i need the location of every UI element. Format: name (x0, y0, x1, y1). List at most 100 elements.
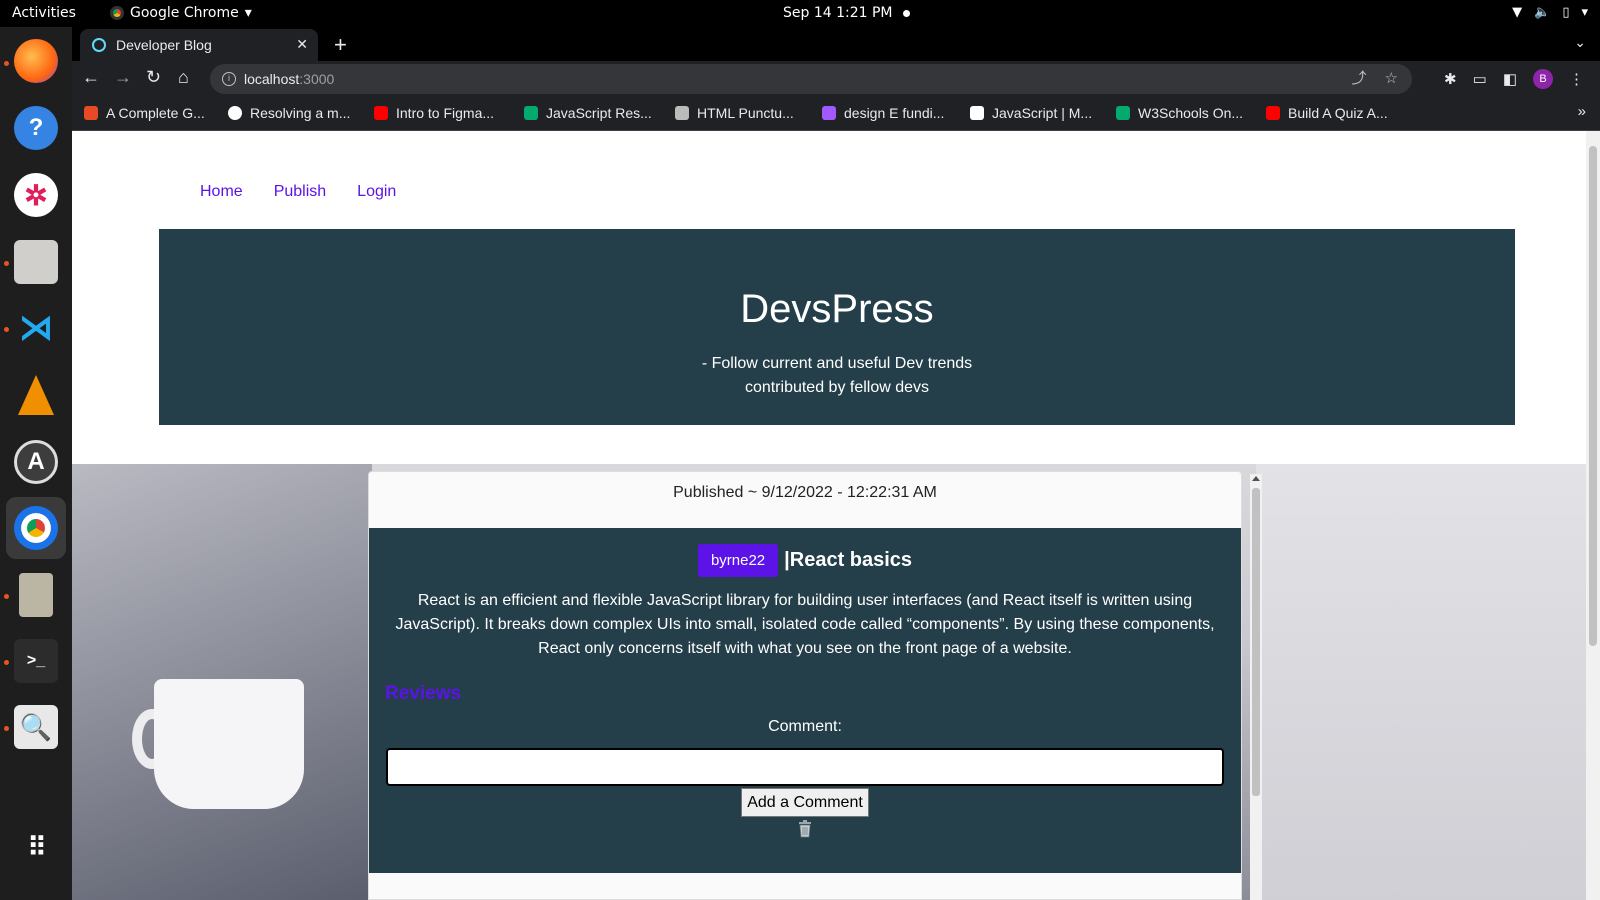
chevron-down-icon: ▾ (1581, 5, 1588, 20)
react-favicon-icon (92, 38, 106, 52)
w3schools-icon (524, 106, 538, 120)
wifi-icon: ▼ (1512, 5, 1523, 20)
running-indicator (4, 660, 9, 665)
running-indicator (4, 261, 9, 266)
chevron-down-icon: ▾ (244, 5, 252, 21)
tab-developer-blog[interactable]: Developer Blog ✕ (80, 29, 318, 61)
bookmark-star-icon[interactable]: ☆ (1385, 64, 1398, 94)
forward-icon[interactable]: → (114, 67, 132, 88)
address-bar[interactable]: i localhost:3000 ⤴ ☆ (210, 64, 1412, 94)
system-top-bar: Activities Google Chrome ▾ Sep 14 1:21 P… (0, 0, 1600, 27)
extensions-icon[interactable]: ✱ (1444, 70, 1457, 88)
scroll-up-arrow-icon[interactable] (1252, 476, 1260, 481)
app-menu[interactable]: Google Chrome ▾ (110, 5, 252, 21)
dock: ? ✲ ⋊ A >_ 🔍 ⠿ (0, 27, 72, 900)
profile-avatar[interactable]: B (1533, 69, 1553, 89)
bookmark-item[interactable]: JavaScript | M... (970, 105, 1092, 121)
site-nav: Home Publish Login (200, 183, 396, 201)
page-viewport: Home Publish Login DevsPress - Follow cu… (72, 131, 1586, 900)
mdn-icon (970, 106, 984, 120)
bookmarks-bar: A Complete G... Resolving a m... Intro t… (72, 97, 1600, 131)
nav-publish-link[interactable]: Publish (274, 183, 326, 201)
running-indicator (4, 726, 9, 731)
running-indicator (4, 327, 9, 332)
bookmark-item[interactable]: design E fundi... (822, 105, 944, 121)
info-icon[interactable]: i (222, 72, 236, 86)
bookmark-item[interactable]: HTML Punctu... (675, 105, 794, 121)
nav-home-link[interactable]: Home (200, 183, 243, 201)
page-scrollbar[interactable] (1586, 131, 1600, 900)
tab-strip: Developer Blog ✕ + ⌄ (72, 27, 1600, 61)
terminal-icon[interactable]: >_ (12, 637, 60, 685)
coffee-mug (154, 679, 304, 809)
scrollbar-thumb[interactable] (1252, 488, 1260, 796)
home-icon[interactable]: ⌂ (178, 67, 189, 88)
url-host: localhost (244, 71, 300, 87)
chrome-icon[interactable] (6, 497, 66, 559)
post-card: Published ~ 9/12/2022 - 12:22:31 AM byrn… (368, 471, 1242, 900)
battery-icon: ▯ (1562, 5, 1570, 20)
nav-login-link[interactable]: Login (357, 183, 396, 201)
new-tab-button[interactable]: + (334, 32, 347, 58)
search-app-icon[interactable]: 🔍 (12, 703, 60, 751)
youtube-icon (374, 106, 388, 120)
firefox-icon[interactable] (12, 37, 60, 85)
vscode-icon[interactable]: ⋊ (12, 304, 60, 352)
figma-icon (822, 106, 836, 120)
notification-dot (903, 10, 910, 17)
post-scrollbar[interactable] (1250, 474, 1262, 900)
browser-toolbar: ← → ↻ ⌂ i localhost:3000 ⤴ ☆ ✱ ▭ ◧ B ⋮ (72, 61, 1600, 97)
bookmark-item[interactable]: Resolving a m... (228, 105, 350, 121)
hero-tagline-line2: contributed by fellow devs (744, 379, 930, 396)
scrollbar-thumb[interactable] (1589, 146, 1597, 646)
hero-banner: DevsPress - Follow current and useful De… (159, 229, 1515, 425)
close-icon[interactable]: ✕ (296, 36, 308, 53)
post-content: React is an efficient and flexible JavaS… (395, 592, 1215, 657)
software-icon[interactable]: A (12, 438, 60, 486)
bookmark-item[interactable]: Intro to Figma... (374, 105, 494, 121)
chevron-right-double-icon[interactable]: » (1578, 103, 1586, 120)
comment-label: Comment: (768, 718, 842, 735)
post-title: |React basics (784, 549, 913, 571)
archive-icon[interactable] (12, 571, 60, 619)
author-badge[interactable]: byrne22 (697, 544, 779, 577)
back-icon[interactable]: ← (82, 67, 100, 88)
bookmark-favicon-icon (84, 106, 98, 120)
desk-photo-right (1256, 464, 1586, 900)
post-body: byrne22 |React basics React is an effici… (369, 528, 1241, 873)
bookmark-favicon-icon (675, 106, 689, 120)
comment-input[interactable] (386, 748, 1224, 786)
w3schools-icon (1116, 106, 1130, 120)
app-grid-icon[interactable]: ⠿ (12, 823, 60, 871)
reviews-heading: Reviews (385, 683, 462, 704)
reload-icon[interactable]: ↻ (146, 67, 161, 88)
help-icon[interactable]: ? (12, 104, 60, 152)
hero-tagline-line1: - Follow current and useful Dev trends (701, 355, 973, 372)
bookmark-item[interactable]: Build A Quiz A... (1266, 105, 1388, 121)
cast-icon[interactable]: ▭ (1473, 70, 1487, 88)
bookmark-item[interactable]: A Complete G... (84, 105, 205, 121)
tab-title: Developer Blog (116, 37, 212, 53)
trash-icon[interactable] (797, 820, 813, 838)
app-menu-label: Google Chrome (130, 5, 239, 21)
volume-icon: 🔈 (1534, 5, 1551, 20)
menu-kebab-icon[interactable]: ⋮ (1569, 70, 1584, 88)
vlc-icon[interactable] (12, 371, 60, 419)
bookmark-item[interactable]: JavaScript Res... (524, 105, 652, 121)
share-icon[interactable]: ⤴ (1352, 64, 1367, 94)
running-indicator (4, 594, 9, 599)
github-icon (228, 106, 242, 120)
youtube-icon (1266, 106, 1280, 120)
add-comment-button[interactable]: Add a Comment (741, 788, 869, 817)
activities-button[interactable]: Activities (12, 5, 76, 21)
clock[interactable]: Sep 14 1:21 PM (783, 5, 893, 21)
side-panel-icon[interactable]: ◧ (1503, 70, 1517, 88)
files-icon[interactable] (12, 238, 60, 286)
system-tray[interactable]: ▼ 🔈 ▯ ▾ (1512, 5, 1588, 20)
site-title: DevsPress (740, 287, 934, 331)
slack-icon[interactable]: ✲ (12, 171, 60, 219)
bookmark-item[interactable]: W3Schools On... (1116, 105, 1243, 121)
tab-search-icon[interactable]: ⌄ (1574, 34, 1586, 51)
running-indicator (4, 61, 9, 66)
url-port: :3000 (299, 71, 335, 87)
